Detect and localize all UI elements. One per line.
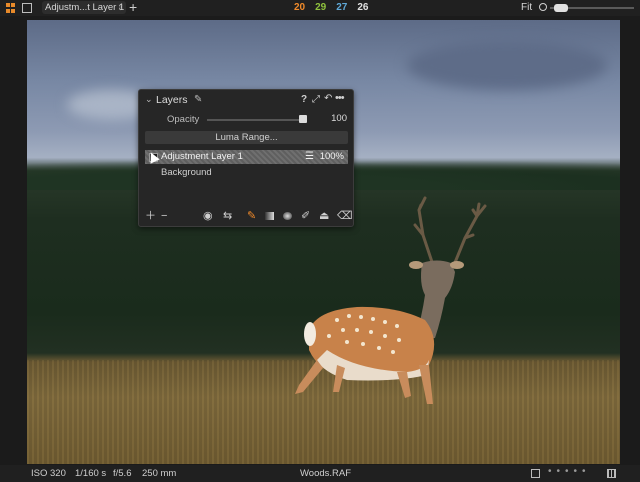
luma-range-button[interactable]: Luma Range...	[145, 131, 348, 144]
zoom-icon	[539, 3, 547, 11]
count-green: 29	[315, 2, 327, 13]
erase-mask-icon[interactable]: ✐	[301, 208, 310, 224]
layers-panel: ⌄ Layers ✎ ? ⤢ ↶ ••• Opacity 100 Luma Ra…	[138, 89, 354, 227]
expand-icon[interactable]: ⤢	[312, 94, 320, 105]
stamp-icon[interactable]: ⏏	[319, 208, 329, 224]
updown-icon: ⇕	[117, 3, 124, 12]
aperture-value: f/5.6	[113, 468, 132, 479]
adjustments-icon[interactable]: ☰	[305, 150, 314, 164]
zoom-fit-label[interactable]: Fit	[521, 2, 532, 13]
photo-viewer[interactable]	[27, 20, 620, 464]
opacity-value-field[interactable]: 100	[319, 112, 347, 125]
eraser-icon[interactable]: ⌫	[337, 208, 353, 224]
single-view-icon[interactable]	[22, 3, 32, 13]
grid-view-icon[interactable]	[6, 3, 16, 13]
count-blue: 27	[336, 2, 348, 13]
count-total: 26	[357, 2, 369, 13]
file-name: Woods.RAF	[300, 468, 352, 479]
zoom-slider-thumb[interactable]	[554, 4, 568, 12]
color-tag-icon[interactable]	[607, 469, 616, 478]
layers-panel-header: ⌄ Layers ✎ ? ⤢ ↶ •••	[139, 90, 353, 110]
opacity-slider[interactable]	[207, 119, 307, 121]
layer-row-background[interactable]: Background	[145, 166, 348, 180]
opacity-label: Opacity	[167, 114, 200, 125]
count-red: 20	[294, 2, 306, 13]
image-counts: 20 29 27 26	[294, 2, 369, 13]
layer-tools-bar: ＋ − ◉ ⇆ ✎ ✐ ⏏ ⌫	[139, 208, 353, 224]
chevron-down-icon[interactable]: ⌄	[145, 94, 153, 105]
star-rating-dots[interactable]: •••••	[548, 466, 591, 477]
opacity-slider-thumb[interactable]	[299, 115, 307, 123]
more-options-icon[interactable]: •••	[335, 92, 345, 104]
panel-title: Layers	[156, 94, 188, 106]
layer-selector-value: Adjustm...t Layer 1	[45, 2, 125, 13]
layer-name: Adjustment Layer 1	[161, 151, 243, 162]
bottom-status-bar: ISO 320 1/160 s f/5.6 250 mm Woods.RAF •…	[0, 465, 640, 482]
iso-value: ISO 320	[31, 468, 66, 479]
shutter-value: 1/160 s	[75, 468, 107, 479]
layer-opacity: 100%	[319, 151, 344, 162]
radial-gradient-icon[interactable]	[283, 212, 292, 220]
brush-icon[interactable]: ✎	[194, 94, 202, 105]
mask-visibility-icon[interactable]: ◉	[203, 208, 213, 224]
add-icon[interactable]: ＋	[145, 208, 156, 224]
remove-icon[interactable]: −	[161, 208, 167, 224]
rating-box-icon[interactable]	[531, 469, 540, 478]
add-layer-icon[interactable]: +	[129, 0, 137, 15]
swap-icon[interactable]: ⇆	[223, 208, 232, 224]
draw-mask-icon[interactable]: ✎	[247, 208, 256, 224]
layer-row-adjustment[interactable]: Adjustment Layer 1 ☰ 100%	[145, 150, 348, 164]
focal-length-value: 250 mm	[142, 468, 177, 479]
top-toolbar: Adjustm...t Layer 1 ⇕ + 20 29 27 26 Fit	[0, 0, 640, 16]
undo-icon[interactable]: ↶	[324, 93, 332, 104]
linear-gradient-icon[interactable]	[265, 212, 274, 220]
deer-image	[295, 196, 487, 404]
layer-selector[interactable]: Adjustm...t Layer 1 ⇕	[42, 1, 126, 14]
layer-name: Background	[161, 167, 212, 178]
help-icon[interactable]: ?	[301, 94, 307, 105]
